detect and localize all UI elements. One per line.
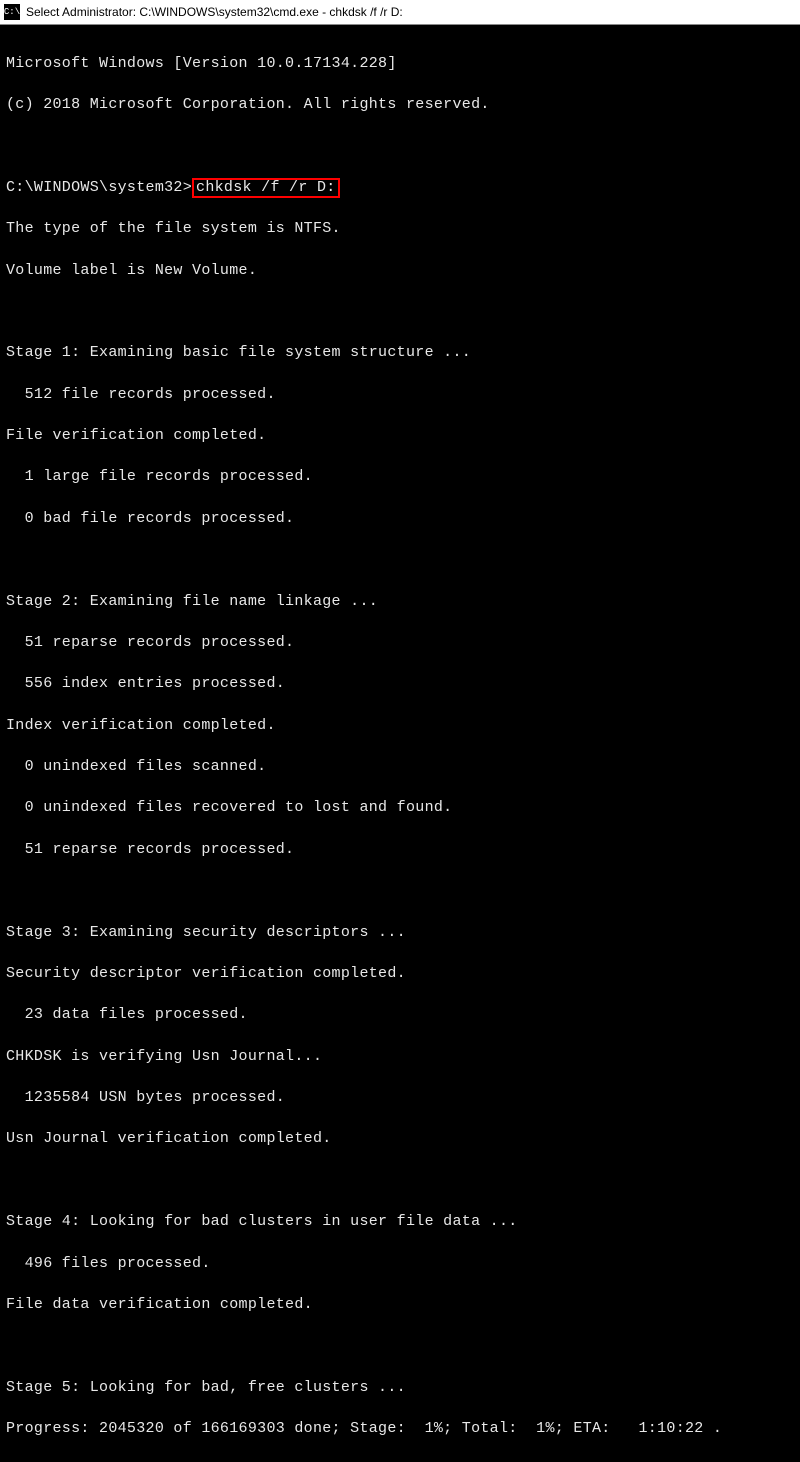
stage4-line: File data verification completed. bbox=[6, 1295, 794, 1316]
stage2-line: 556 index entries processed. bbox=[6, 674, 794, 695]
stage2-line: 51 reparse records processed. bbox=[6, 633, 794, 654]
stage2-title: Stage 2: Examining file name linkage ... bbox=[6, 592, 794, 613]
stage2-line: 0 unindexed files recovered to lost and … bbox=[6, 798, 794, 819]
stage3-line: 23 data files processed. bbox=[6, 1005, 794, 1026]
terminal-output[interactable]: Microsoft Windows [Version 10.0.17134.22… bbox=[0, 25, 800, 1462]
stage3-line: CHKDSK is verifying Usn Journal... bbox=[6, 1047, 794, 1068]
stage1-title: Stage 1: Examining basic file system str… bbox=[6, 343, 794, 364]
stage1-line: 512 file records processed. bbox=[6, 385, 794, 406]
blank-line bbox=[6, 1171, 794, 1192]
prompt-path: C:\WINDOWS\system32> bbox=[6, 179, 192, 196]
stage3-line: Usn Journal verification completed. bbox=[6, 1129, 794, 1150]
command-line: C:\WINDOWS\system32>chkdsk /f /r D: bbox=[6, 178, 794, 199]
blank-line bbox=[6, 1336, 794, 1357]
cmd-icon: C:\ bbox=[4, 4, 20, 20]
blank-line bbox=[6, 550, 794, 571]
stage1-line: File verification completed. bbox=[6, 426, 794, 447]
stage2-line: 0 unindexed files scanned. bbox=[6, 757, 794, 778]
version-line: Microsoft Windows [Version 10.0.17134.22… bbox=[6, 54, 794, 75]
stage3-title: Stage 3: Examining security descriptors … bbox=[6, 923, 794, 944]
volume-label-line: Volume label is New Volume. bbox=[6, 261, 794, 282]
stage5-title: Stage 5: Looking for bad, free clusters … bbox=[6, 1378, 794, 1399]
progress-line: Progress: 2045320 of 166169303 done; Sta… bbox=[6, 1419, 794, 1440]
blank-line bbox=[6, 881, 794, 902]
stage2-line: 51 reparse records processed. bbox=[6, 840, 794, 861]
stage1-line: 0 bad file records processed. bbox=[6, 509, 794, 530]
copyright-line: (c) 2018 Microsoft Corporation. All righ… bbox=[6, 95, 794, 116]
fs-type-line: The type of the file system is NTFS. bbox=[6, 219, 794, 240]
stage2-line: Index verification completed. bbox=[6, 716, 794, 737]
window-title: Select Administrator: C:\WINDOWS\system3… bbox=[26, 5, 403, 19]
highlighted-command: chkdsk /f /r D: bbox=[192, 178, 340, 199]
stage3-line: 1235584 USN bytes processed. bbox=[6, 1088, 794, 1109]
stage3-line: Security descriptor verification complet… bbox=[6, 964, 794, 985]
blank-line bbox=[6, 136, 794, 157]
window-titlebar[interactable]: C:\ Select Administrator: C:\WINDOWS\sys… bbox=[0, 0, 800, 25]
stage1-line: 1 large file records processed. bbox=[6, 467, 794, 488]
stage4-title: Stage 4: Looking for bad clusters in use… bbox=[6, 1212, 794, 1233]
blank-line bbox=[6, 302, 794, 323]
stage4-line: 496 files processed. bbox=[6, 1254, 794, 1275]
